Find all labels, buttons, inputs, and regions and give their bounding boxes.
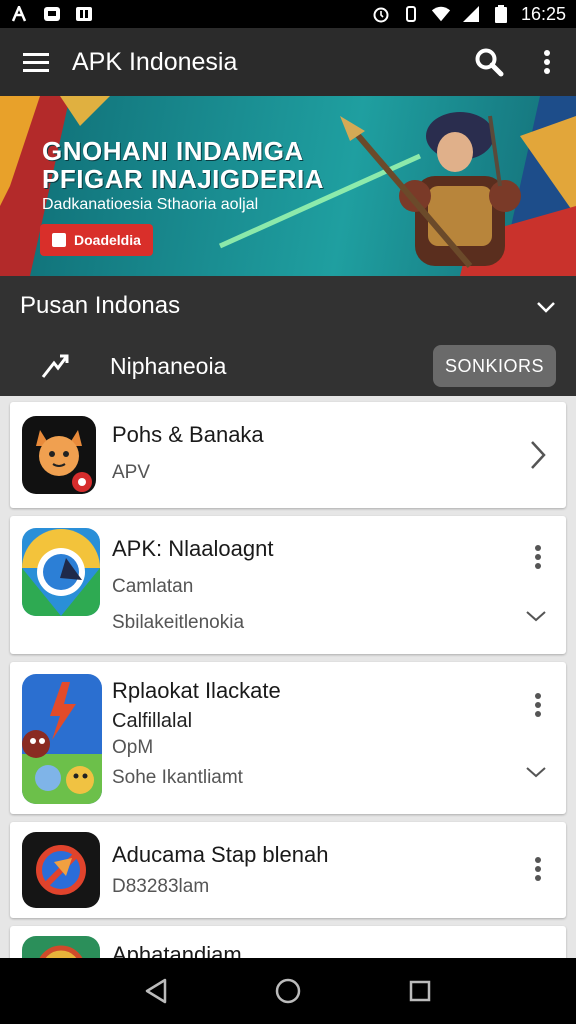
app-icon-chrome [22, 528, 100, 616]
home-icon [275, 978, 301, 1004]
app-detail: D83283lam [112, 876, 210, 897]
alarm-icon [371, 5, 391, 23]
app-detail: Sbilakeitlenokia [112, 612, 245, 633]
more-vert-icon[interactable] [528, 854, 548, 884]
app-detail: Camlatan [112, 576, 194, 597]
status-left-icons [10, 5, 94, 23]
navigation-bar [0, 958, 576, 1024]
app-text: Rplaokat Ilackate Calfillalal OpM Sohe I… [112, 678, 281, 789]
banner-headline-2: PFIGAR INAJIGDERIA [42, 164, 325, 194]
trending-icon [0, 353, 110, 379]
app-name: Rplaokat Ilackate [112, 678, 281, 703]
hamburger-icon [23, 53, 49, 72]
app-icon-blocked [22, 832, 100, 908]
app-icon-fox [22, 416, 96, 494]
chevron-right-icon[interactable] [528, 440, 548, 470]
app-title: APK Indonesia [72, 47, 238, 76]
status-bar: 16:25 [0, 0, 576, 28]
app-name: Aducama Stap blenah [112, 842, 329, 867]
section-action-button[interactable]: SONKIORS [432, 345, 556, 387]
back-button[interactable] [132, 967, 180, 1015]
search-button[interactable] [460, 28, 518, 96]
back-icon [145, 978, 167, 1004]
screen: 16:25 APK Indonesia GNOHANI INDAMGA PFIG… [0, 0, 576, 1024]
app-bar: APK Indonesia [0, 28, 576, 96]
app-icon-game [22, 674, 102, 804]
banner-headline-1: GNOHANI INDAMGA [42, 136, 304, 166]
app-text: Pohs & Banaka APV [112, 422, 264, 484]
app-name: APK: Nlaaloagnt [112, 536, 274, 561]
app-icon [74, 5, 94, 23]
list-item[interactable]: APK: Nlaaloagnt Camlatan Sbilakeitlenoki… [10, 516, 566, 654]
app-text: APK: Nlaaloagnt Camlatan Sbilakeitlenoki… [112, 536, 273, 634]
more-vert-icon[interactable] [528, 542, 548, 572]
menu-button[interactable] [0, 28, 72, 96]
banner-cta-button[interactable]: Doadeldia [40, 224, 153, 256]
section-title: Pusan Indonas [20, 292, 181, 319]
status-time: 16:25 [520, 3, 566, 24]
app-name: Pohs & Banaka [112, 422, 264, 447]
filter-label: Niphaneoia [110, 352, 227, 379]
status-right: 16:25 [371, 4, 566, 25]
battery-icon [491, 5, 511, 23]
list-item[interactable]: Pohs & Banaka APV [10, 402, 566, 508]
app-detail: APV [112, 462, 151, 483]
list-item[interactable]: Aducama Stap blenah D83283lam [10, 822, 566, 918]
more-vert-icon [544, 50, 550, 74]
recents-icon [409, 980, 431, 1002]
banner-subtitle: Dadkanatioesia Sthaoria aoljal [42, 196, 259, 213]
recents-button[interactable] [396, 967, 444, 1015]
vibrate-icon [401, 5, 421, 23]
banner-cta-label: Doadeldia [74, 232, 141, 248]
expand-more-icon[interactable] [524, 762, 548, 782]
filter-row: Niphaneoia SONKIORS [0, 336, 576, 396]
app-text: Aducama Stap blenah D83283lam [112, 842, 329, 898]
wifi-icon [431, 5, 451, 23]
promo-banner[interactable]: GNOHANI INDAMGA PFIGAR INAJIGDERIA Dadka… [0, 96, 576, 276]
search-icon [475, 48, 504, 77]
a-icon [10, 5, 30, 23]
download-icon [52, 233, 66, 247]
chevron-down-icon[interactable] [536, 292, 556, 320]
app-detail: Calfillalal [112, 710, 193, 732]
app-detail: Sohe Ikantliamt [112, 767, 243, 788]
overflow-menu-button[interactable] [518, 28, 576, 96]
section-title-row[interactable]: Pusan Indonas [0, 276, 576, 336]
message-icon [42, 5, 62, 23]
app-detail: OpM [112, 737, 154, 758]
home-button[interactable] [264, 967, 312, 1015]
list-item[interactable]: Rplaokat Ilackate Calfillalal OpM Sohe I… [10, 662, 566, 814]
more-vert-icon[interactable] [528, 690, 548, 720]
section-header: Pusan Indonas Niphaneoia SONKIORS [0, 276, 576, 396]
signal-icon [461, 5, 481, 23]
expand-more-icon[interactable] [524, 606, 548, 626]
